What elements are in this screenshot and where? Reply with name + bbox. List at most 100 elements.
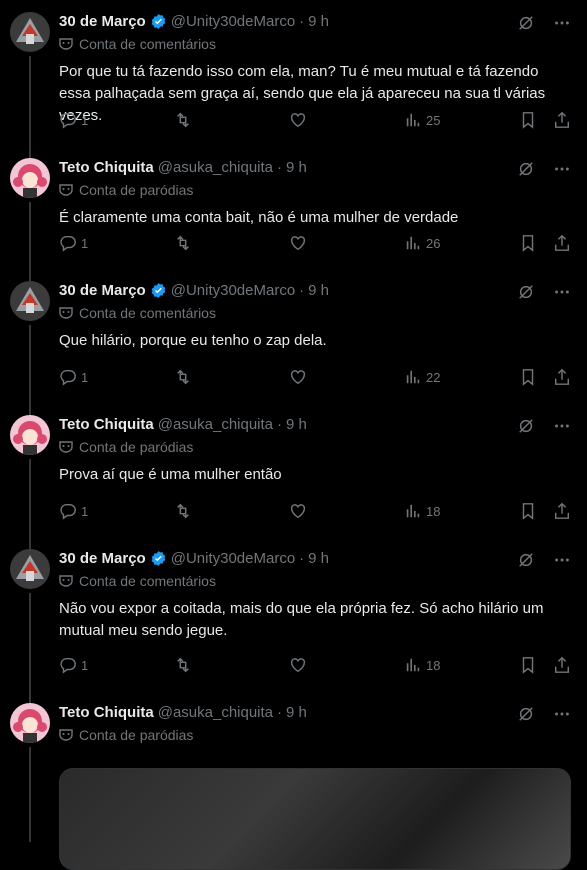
retweet-button[interactable] (174, 656, 214, 674)
reply-count: 1 (81, 369, 89, 385)
tweet-media-image[interactable] (59, 768, 571, 870)
bookmark-button[interactable] (519, 234, 537, 252)
retweet-button[interactable] (174, 368, 214, 386)
grok-icon[interactable] (517, 705, 535, 723)
avatar[interactable] (10, 703, 50, 743)
reply-button[interactable]: 1 (59, 111, 99, 129)
author-handle[interactable]: @Unity30deMarco (171, 550, 295, 567)
author-handle[interactable]: @asuka_chiquita (158, 159, 273, 176)
bookmark-button[interactable] (519, 656, 537, 674)
like-button[interactable] (289, 368, 329, 386)
tweet-text: Que hilário, porque eu tenho o zap dela. (59, 332, 327, 349)
tweet[interactable]: 30 de Março @Unity30deMarco · 9 h Conta … (0, 537, 587, 691)
author-name[interactable]: Teto Chiquita (59, 159, 154, 176)
thread-line (29, 747, 31, 842)
tweet[interactable]: Teto Chiquita @asuka_chiquita · 9 h Cont… (0, 146, 587, 269)
account-label: Conta de comentários (79, 36, 216, 52)
timestamp[interactable]: 9 h (286, 704, 307, 721)
reply-count: 1 (81, 235, 89, 251)
timestamp[interactable]: 9 h (286, 416, 307, 433)
heart-icon (290, 113, 306, 128)
like-button[interactable] (289, 111, 329, 129)
grok-icon[interactable] (517, 417, 535, 435)
bookmark-icon (522, 369, 534, 386)
more-icon[interactable] (553, 160, 571, 178)
grok-icon[interactable] (517, 160, 535, 178)
author-name[interactable]: 30 de Março (59, 550, 146, 567)
timestamp[interactable]: 9 h (286, 159, 307, 176)
avatar[interactable] (10, 415, 50, 455)
share-button[interactable] (553, 502, 571, 520)
more-icon[interactable] (553, 14, 571, 32)
more-icon[interactable] (553, 283, 571, 301)
views-button[interactable]: 26 (404, 234, 444, 252)
share-button[interactable] (553, 656, 571, 674)
views-icon (406, 113, 420, 127)
avatar[interactable] (10, 158, 50, 198)
reply-button[interactable]: 1 (59, 502, 99, 520)
separator-dot: · (277, 415, 283, 433)
timestamp[interactable]: 9 h (308, 13, 329, 30)
reply-count: 1 (81, 657, 89, 673)
like-button[interactable] (289, 234, 329, 252)
views-button[interactable]: 22 (404, 368, 444, 386)
heart-icon (290, 370, 306, 385)
author-name[interactable]: Teto Chiquita (59, 704, 154, 721)
author-handle[interactable]: @asuka_chiquita (158, 704, 273, 721)
verified-badge-icon (150, 550, 167, 567)
heart-icon (290, 236, 306, 251)
tweet-text: Não vou expor a coitada, mais do que ela… (59, 600, 544, 639)
views-icon (406, 236, 420, 250)
grok-icon[interactable] (517, 14, 535, 32)
mask-icon (59, 183, 73, 197)
tweet[interactable]: Teto Chiquita @asuka_chiquita · 9 h Cont… (0, 691, 587, 870)
author-handle[interactable]: @Unity30deMarco (171, 13, 295, 30)
reply-button[interactable]: 1 (59, 234, 99, 252)
retweet-button[interactable] (174, 502, 214, 520)
tweet[interactable]: 30 de Março @Unity30deMarco · 9 h Conta … (0, 0, 587, 146)
account-label: Conta de paródias (79, 182, 194, 198)
retweet-button[interactable] (174, 111, 214, 129)
share-button[interactable] (553, 234, 571, 252)
views-button[interactable]: 18 (404, 656, 444, 674)
share-icon (554, 368, 570, 385)
share-button[interactable] (553, 111, 571, 129)
author-name[interactable]: 30 de Março (59, 13, 146, 30)
more-icon[interactable] (553, 705, 571, 723)
retweet-button[interactable] (174, 234, 214, 252)
more-icon[interactable] (553, 551, 571, 569)
like-button[interactable] (289, 656, 329, 674)
timestamp[interactable]: 9 h (308, 282, 329, 299)
tweet[interactable]: Teto Chiquita @asuka_chiquita · 9 h Cont… (0, 403, 587, 537)
grok-icon[interactable] (517, 283, 535, 301)
timestamp[interactable]: 9 h (308, 550, 329, 567)
separator-dot: · (299, 12, 305, 30)
avatar[interactable] (10, 549, 50, 589)
bookmark-button[interactable] (519, 111, 537, 129)
thread-line (29, 56, 31, 146)
reply-button[interactable]: 1 (59, 368, 99, 386)
author-handle[interactable]: @Unity30deMarco (171, 282, 295, 299)
bookmark-button[interactable] (519, 502, 537, 520)
share-icon (554, 502, 570, 519)
avatar[interactable] (10, 281, 50, 321)
author-name[interactable]: 30 de Março (59, 282, 146, 299)
reply-count: 1 (81, 112, 89, 128)
views-button[interactable]: 18 (404, 502, 444, 520)
grok-icon[interactable] (517, 551, 535, 569)
share-icon (554, 656, 570, 673)
author-handle[interactable]: @asuka_chiquita (158, 416, 273, 433)
share-button[interactable] (553, 368, 571, 386)
like-button[interactable] (289, 502, 329, 520)
more-icon[interactable] (553, 417, 571, 435)
account-label: Conta de paródias (79, 439, 194, 455)
avatar[interactable] (10, 12, 50, 52)
views-button[interactable]: 25 (404, 111, 444, 129)
bookmark-button[interactable] (519, 368, 537, 386)
tweet[interactable]: 30 de Março @Unity30deMarco · 9 h Conta … (0, 269, 587, 403)
author-name[interactable]: Teto Chiquita (59, 416, 154, 433)
reply-count: 1 (81, 503, 89, 519)
account-label: Conta de comentários (79, 573, 216, 589)
reply-button[interactable]: 1 (59, 656, 99, 674)
retweet-icon (177, 503, 189, 519)
